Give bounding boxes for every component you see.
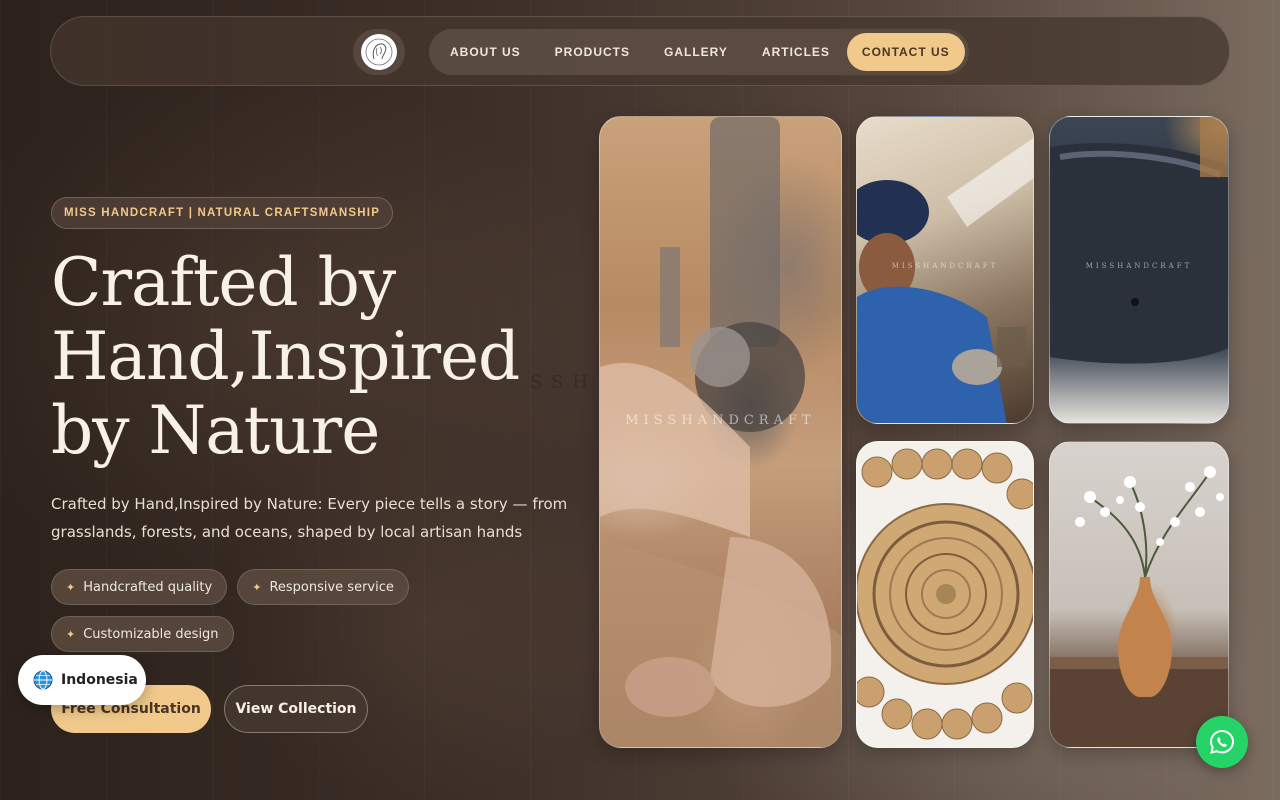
feature-chip: ✦ Customizable design [51, 616, 234, 652]
language-label: Indonesia [61, 672, 138, 688]
nav-gallery[interactable]: GALLERY [647, 33, 745, 71]
gallery-watermark: MISSHANDCRAFT [1085, 262, 1193, 270]
woman-silhouette-icon [365, 38, 393, 66]
whatsapp-button[interactable] [1196, 716, 1248, 768]
sparkle-icon: ✦ [66, 627, 76, 641]
feature-chip-label: Customizable design [83, 626, 219, 642]
gallery-image-rug[interactable] [856, 441, 1034, 748]
hero-headline: Crafted by Hand,Inspired by Nature [51, 246, 591, 468]
nav-contact-us[interactable]: CONTACT US [846, 33, 965, 71]
nav-products[interactable]: PRODUCTS [538, 33, 647, 71]
hero-subtext: Crafted by Hand,Inspired by Nature: Ever… [51, 495, 568, 541]
feature-chip-label: Responsive service [269, 579, 394, 595]
sparkle-icon: ✦ [66, 580, 76, 594]
language-switcher[interactable]: Indonesia [18, 655, 146, 705]
nav-articles[interactable]: ARTICLES [745, 33, 847, 71]
whatsapp-icon [1209, 729, 1235, 754]
gallery-image-vase[interactable] [1049, 441, 1229, 748]
gallery-watermark: MISSHANDCRAFT [625, 413, 816, 428]
wooden-vase-illustration [1050, 466, 1228, 747]
nav-about-us[interactable]: ABOUT US [433, 33, 538, 71]
site-header: ABOUT US PRODUCTS GALLERY ARTICLES CONTA… [50, 16, 1230, 86]
globe-icon [33, 670, 53, 690]
stone-basin-illustration [1050, 117, 1228, 364]
sparkle-icon: ✦ [252, 580, 262, 594]
hero-tag: MISS HANDCRAFT | NATURAL CRAFTSMANSHIP [51, 197, 394, 229]
headline-line-1: Crafted by [51, 244, 396, 321]
gallery-watermark: MISSHANDCRAFT [891, 262, 999, 270]
view-collection-button[interactable]: View Collection [224, 685, 368, 733]
logo-button[interactable] [353, 29, 405, 75]
feature-chip-label: Handcrafted quality [83, 579, 213, 595]
feature-chips: ✦ Handcrafted quality ✦ Responsive servi… [51, 569, 431, 652]
sewing-machine-illustration [600, 117, 841, 747]
feature-chip: ✦ Responsive service [237, 569, 409, 605]
headline-line-2: Hand,Inspired [51, 318, 520, 395]
gallery-image-artisan[interactable]: MISSHANDCRAFT [856, 116, 1034, 424]
brand-logo [361, 34, 397, 70]
woven-rug-illustration [857, 448, 1033, 740]
headline-line-3: by Nature [51, 392, 380, 469]
gallery-image-sewing[interactable]: MISSHANDCRAFT [599, 116, 842, 748]
main-nav: ABOUT US PRODUCTS GALLERY ARTICLES CONTA… [429, 29, 969, 75]
feature-chip: ✦ Handcrafted quality [51, 569, 228, 605]
artisan-illustration [857, 138, 1033, 423]
gallery-image-stone-basin[interactable]: MISSHANDCRAFT [1049, 116, 1229, 424]
